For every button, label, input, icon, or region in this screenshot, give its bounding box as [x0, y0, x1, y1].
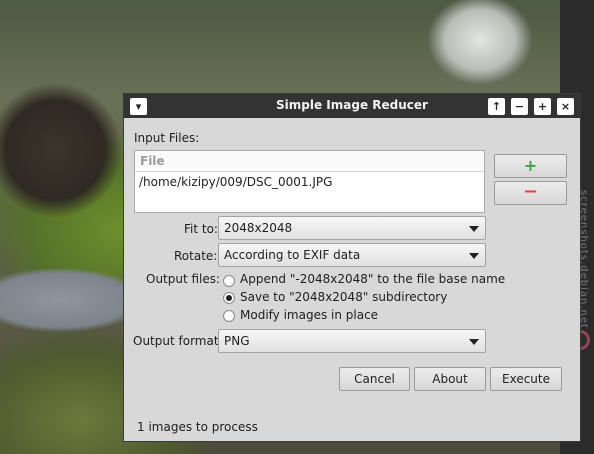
status-text: 1 images to process	[137, 420, 258, 434]
output-format-label: Output format:	[133, 334, 223, 348]
output-files-label: Output files:	[146, 272, 221, 286]
cancel-button[interactable]: Cancel	[339, 367, 410, 391]
fit-to-value: 2048x2048	[224, 221, 293, 235]
minus-icon: −	[522, 181, 539, 202]
modify-in-place-label[interactable]: Modify images in place	[240, 308, 378, 322]
dropdown-arrow-icon	[469, 339, 479, 345]
image-reducer-dialog: ▾ Simple Image Reducer ↑ − + × Input Fil…	[123, 93, 581, 442]
close-button[interactable]: ×	[557, 98, 574, 115]
save-subdirectory-radio[interactable]	[223, 292, 235, 304]
remove-file-button[interactable]: −	[494, 181, 567, 205]
add-file-button[interactable]: +	[494, 154, 567, 178]
title-bar[interactable]: ▾ Simple Image Reducer ↑ − + ×	[124, 94, 580, 118]
close-icon: ×	[560, 100, 571, 113]
save-subdirectory-label[interactable]: Save to "2048x2048" subdirectory	[240, 290, 447, 304]
plus-icon: +	[523, 156, 538, 175]
fit-to-label: Fit to:	[184, 222, 218, 236]
minimize-button[interactable]: −	[511, 98, 528, 115]
output-format-value: PNG	[224, 334, 250, 348]
append-suffix-radio[interactable]	[223, 275, 235, 287]
maximize-button[interactable]: +	[534, 98, 551, 115]
rotate-label: Rotate:	[174, 249, 218, 263]
list-item[interactable]: /home/kizipy/009/DSC_0001.JPG	[135, 172, 484, 192]
minimize-icon: −	[514, 100, 525, 113]
execute-button[interactable]: Execute	[490, 367, 562, 391]
modify-in-place-radio[interactable]	[223, 310, 235, 322]
input-files-label: Input Files:	[134, 131, 200, 145]
rotate-select[interactable]: According to EXIF data	[218, 243, 486, 267]
about-button[interactable]: About	[414, 367, 486, 391]
rotate-value: According to EXIF data	[224, 248, 361, 262]
input-files-list[interactable]: File /home/kizipy/009/DSC_0001.JPG	[134, 150, 485, 213]
dropdown-arrow-icon	[469, 226, 479, 232]
append-suffix-label[interactable]: Append "-2048x2048" to the file base nam…	[240, 272, 505, 286]
keep-above-button[interactable]: ↑	[488, 98, 505, 115]
maximize-icon: +	[537, 100, 548, 113]
arrow-up-icon: ↑	[491, 100, 502, 113]
dropdown-arrow-icon	[469, 253, 479, 259]
fit-to-select[interactable]: 2048x2048	[218, 216, 486, 240]
output-format-select[interactable]: PNG	[218, 329, 486, 353]
file-column-header[interactable]: File	[135, 151, 484, 172]
